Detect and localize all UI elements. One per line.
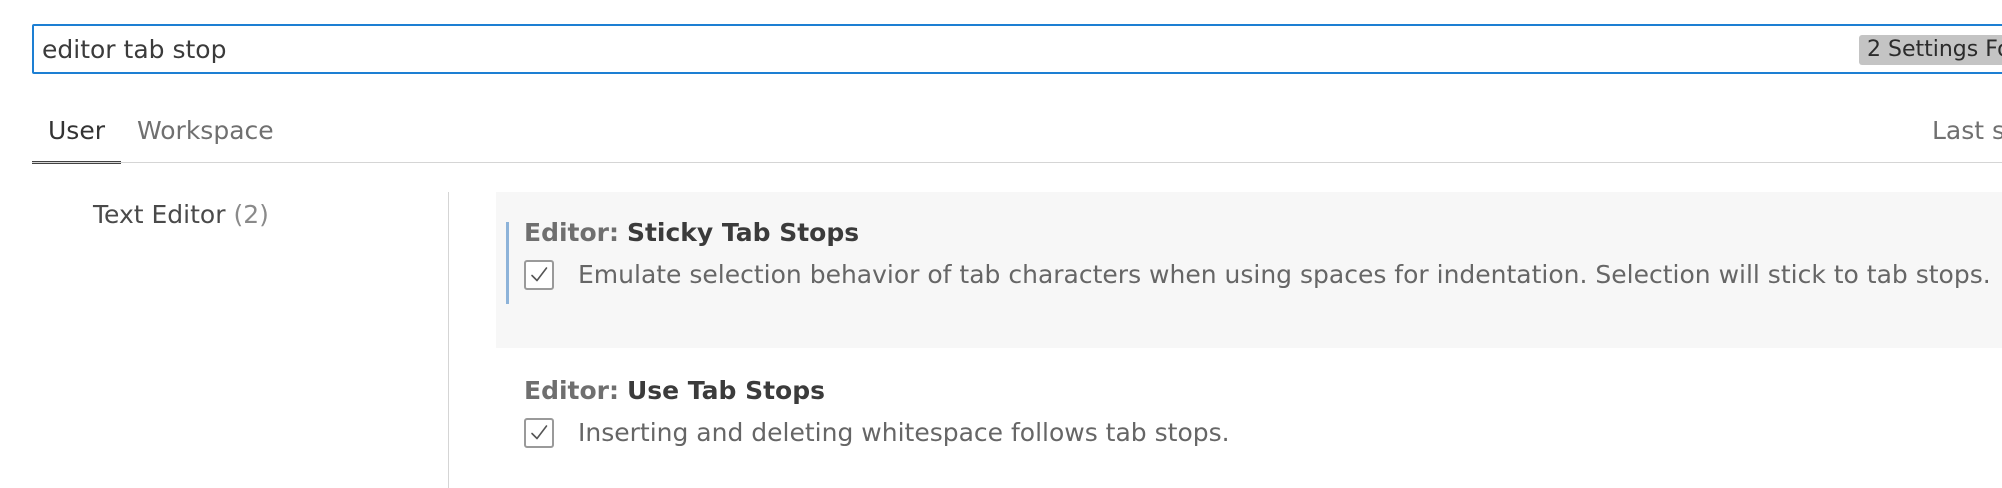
setting-title: Editor: Use Tab Stops	[524, 376, 825, 405]
setting-category: Editor:	[524, 218, 619, 247]
tab-workspace[interactable]: Workspace	[137, 116, 274, 145]
setting-checkbox-sticky-tab-stops[interactable]	[524, 260, 554, 290]
settings-editor: 2 Settings Fo User Workspace Last s Text…	[0, 0, 2002, 488]
setting-item-use-tab-stops: Editor: Use Tab Stops Inserting and dele…	[496, 350, 2002, 488]
setting-category: Editor:	[524, 376, 619, 405]
settings-search-box[interactable]: 2 Settings Fo	[32, 24, 2002, 74]
settings-scope-tabs: User Workspace Last s	[32, 100, 2002, 164]
tabs-divider	[32, 162, 2002, 163]
tab-user[interactable]: User	[48, 116, 105, 145]
setting-item-sticky-tab-stops: Editor: Sticky Tab Stops Emulate selecti…	[496, 192, 2002, 348]
checkmark-icon	[531, 267, 548, 282]
search-results-count-badge: 2 Settings Fo	[1859, 35, 2002, 65]
toc-item-text-editor[interactable]: Text Editor (2)	[93, 200, 269, 229]
settings-toc: Text Editor (2)	[0, 190, 448, 488]
setting-title: Editor: Sticky Tab Stops	[524, 218, 859, 247]
setting-description: Inserting and deleting whitespace follow…	[578, 418, 1230, 447]
toc-item-count: (2)	[233, 200, 269, 229]
toc-item-label: Text Editor	[93, 200, 226, 229]
last-synced-label: Last s	[1932, 116, 2002, 145]
setting-name: Sticky Tab Stops	[626, 218, 860, 247]
setting-description: Emulate selection behavior of tab charac…	[578, 260, 1991, 289]
settings-search-input[interactable]	[42, 26, 1822, 72]
checkmark-icon	[531, 425, 548, 440]
setting-checkbox-use-tab-stops[interactable]	[524, 418, 554, 448]
setting-focus-indicator	[506, 222, 509, 304]
setting-name: Use Tab Stops	[626, 376, 825, 405]
toc-divider	[448, 192, 449, 488]
